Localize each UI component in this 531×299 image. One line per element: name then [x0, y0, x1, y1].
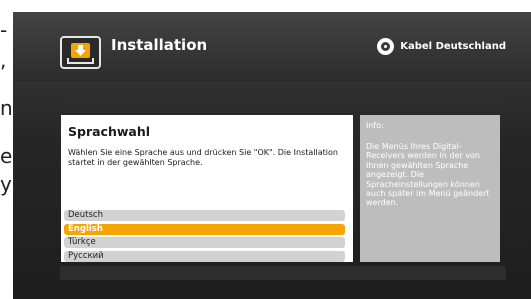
info-heading: Info:: [366, 121, 384, 130]
tray-shape: [67, 58, 94, 64]
language-list: Deutsch English Türkçe Русский: [64, 210, 345, 264]
edge-text-fragment: -: [0, 18, 8, 42]
language-option-english[interactable]: English: [64, 223, 345, 235]
arrow-down-icon: [75, 45, 86, 56]
kabel-deutschland-logo-icon: [377, 38, 395, 55]
panel-description: Wählen Sie eine Sprache aus und drücken …: [68, 148, 338, 167]
edge-text-fragment: y: [0, 172, 12, 196]
edge-text-fragment: e: [0, 144, 13, 168]
language-selection-panel: Sprachwahl Wählen Sie eine Sprache aus u…: [61, 115, 353, 262]
info-panel: Info: Die Menüs Ihres Digital-Receivers …: [360, 115, 500, 262]
download-install-icon: [60, 36, 101, 69]
language-option-deutsch[interactable]: Deutsch: [64, 210, 345, 221]
page-title: Installation: [111, 36, 208, 54]
download-arrow: [71, 43, 90, 58]
top-divider-bar: [60, 96, 506, 106]
brand-name: Kabel Deutschland: [400, 41, 506, 52]
info-text: Die Menüs Ihres Digital-Receivers werden…: [366, 142, 490, 208]
edge-text-fragment: ,: [0, 48, 7, 72]
footer-bar: [60, 266, 506, 280]
tv-screen: Installation Kabel Deutschland Sprachwah…: [13, 12, 531, 299]
language-option-turkce[interactable]: Türkçe: [64, 237, 345, 248]
edge-text-fragment: n: [0, 96, 13, 120]
language-option-russian[interactable]: Русский: [64, 250, 345, 262]
panel-title: Sprachwahl: [68, 124, 151, 139]
header-bar: Installation Kabel Deutschland: [13, 12, 531, 82]
brand: Kabel Deutschland: [377, 38, 506, 55]
